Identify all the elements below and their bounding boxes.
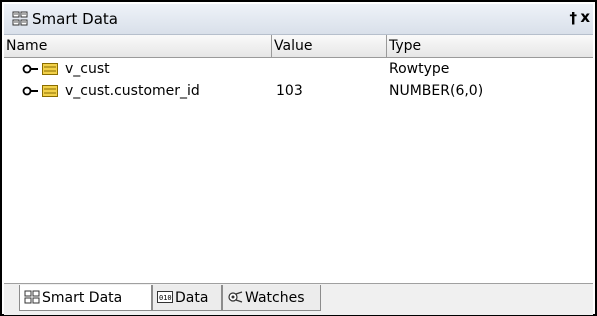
bottom-tab-bar: Smart Data 0101 Data Watches (4, 283, 593, 315)
tab-label: Data (175, 290, 209, 306)
svg-text:0101: 0101 (159, 294, 173, 302)
expand-icon[interactable] (22, 85, 40, 97)
row-type: Rowtype (389, 61, 450, 77)
smart-data-icon (24, 290, 40, 304)
pin-icon[interactable]: † (570, 9, 578, 27)
column-header-value[interactable]: Value (272, 35, 387, 57)
smart-data-icon (12, 11, 28, 26)
row-name: v_cust.customer_id (65, 83, 200, 99)
row-type: NUMBER(6,0) (389, 83, 484, 99)
tab-label: Watches (245, 290, 305, 306)
tree-row[interactable]: v_cust Rowtype (4, 58, 593, 80)
expand-icon[interactable] (22, 63, 40, 75)
row-value: 103 (276, 83, 303, 99)
tab-watches[interactable]: Watches (222, 285, 321, 311)
data-tree: v_cust Rowtype v_cust.customer_id 103 NU… (4, 58, 593, 278)
column-header: Name Value Type (4, 35, 593, 58)
field-icon (42, 85, 58, 97)
smart-data-panel: Smart Data † x Name Value Type v_cust Ro… (0, 0, 597, 316)
close-icon[interactable]: x (580, 8, 590, 26)
field-icon (42, 63, 58, 75)
watches-icon (228, 291, 243, 303)
tree-row[interactable]: v_cust.customer_id 103 NUMBER(6,0) (4, 80, 593, 102)
tab-label: Smart Data (42, 290, 123, 306)
row-name: v_cust (65, 61, 110, 77)
column-header-name[interactable]: Name (4, 35, 272, 57)
tab-smart-data[interactable]: Smart Data (19, 285, 152, 311)
data-icon: 0101 (157, 291, 173, 303)
tab-data[interactable]: 0101 Data (152, 285, 222, 311)
panel-title-bar[interactable]: Smart Data † x (4, 4, 593, 35)
column-header-type[interactable]: Type (387, 35, 595, 57)
panel-title: Smart Data (32, 10, 118, 28)
